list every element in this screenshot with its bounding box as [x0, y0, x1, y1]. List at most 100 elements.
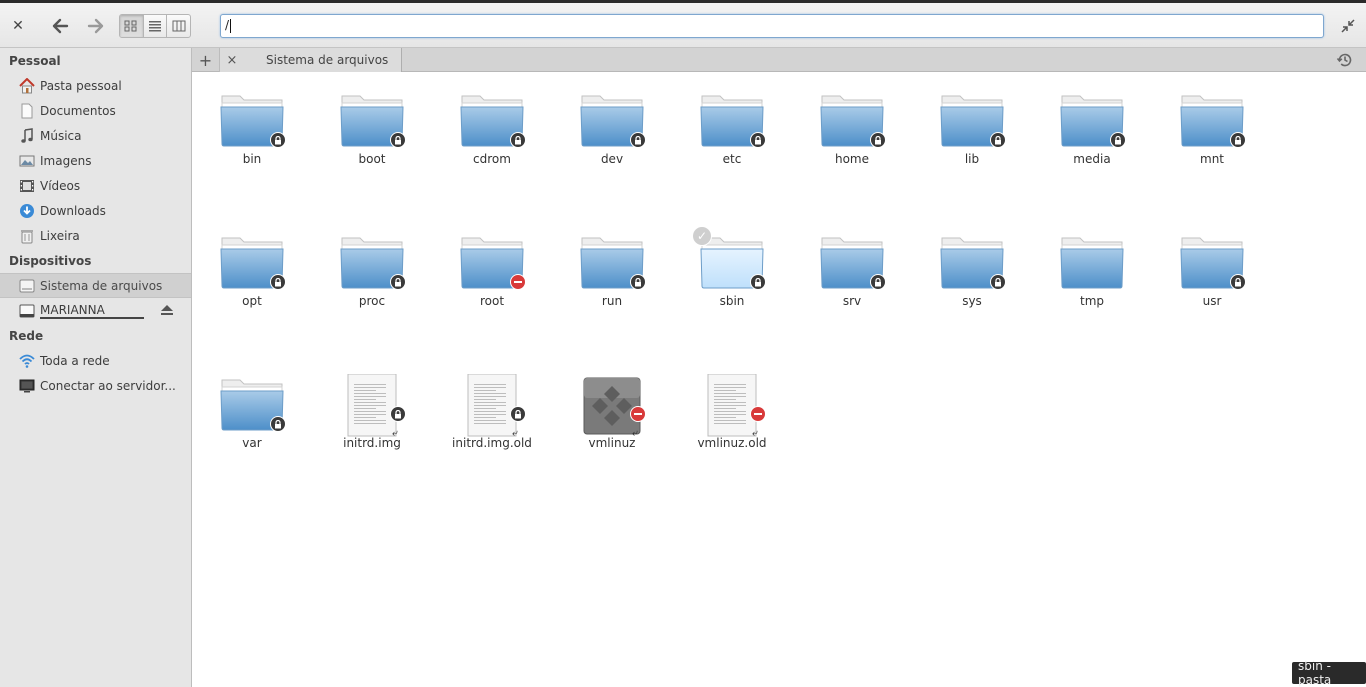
file-name-label: home: [834, 152, 870, 166]
file-item-sbin[interactable]: ✓ sbin: [672, 214, 792, 356]
restore-window-button[interactable]: [1336, 14, 1360, 38]
file-item-home[interactable]: home: [792, 72, 912, 214]
history-icon: [1336, 53, 1352, 67]
sidebar-item-conectar-servidor[interactable]: Conectar ao servidor...: [0, 373, 191, 398]
tab-sistema-de-arquivos[interactable]: × Sistema de arquivos: [220, 48, 402, 72]
file-name-label: var: [242, 436, 262, 450]
window-top-border: [0, 0, 1366, 3]
tab-close-icon[interactable]: ×: [220, 53, 244, 68]
sidebar-heading-rede: Rede: [9, 328, 44, 343]
sidebar-item-toda-a-rede[interactable]: Toda a rede: [0, 348, 191, 373]
sidebar-item-musica[interactable]: Música: [0, 123, 191, 148]
sidebar-item-pasta-pessoal[interactable]: Pasta pessoal: [0, 73, 191, 98]
sidebar-item-documentos[interactable]: Documentos: [0, 98, 191, 123]
sidebar: Pessoal Pasta pessoal Documentos Música …: [0, 48, 192, 687]
sidebar-item-downloads[interactable]: Downloads: [0, 198, 191, 223]
file-name-label: usr: [1202, 294, 1222, 308]
download-icon: [19, 203, 35, 219]
sidebar-item-label: Downloads: [40, 203, 106, 218]
file-name-label: srv: [842, 294, 862, 308]
file-item-initrd-img[interactable]: ⤶ initrd.img: [312, 356, 432, 498]
file-item-cdrom[interactable]: cdrom: [432, 72, 552, 214]
file-item-vmlinuz[interactable]: ⤶ vmlinuz: [552, 356, 672, 498]
lock-emblem-icon: [750, 132, 766, 148]
sidebar-item-label: Toda a rede: [40, 353, 110, 368]
sidebar-heading-dispositivos: Dispositivos: [9, 253, 92, 268]
file-item-tmp[interactable]: tmp: [1032, 214, 1152, 356]
file-item-root[interactable]: root: [432, 214, 552, 356]
video-icon: [19, 178, 35, 194]
folder-icon: [1060, 237, 1124, 289]
file-name-label: initrd.img.old: [452, 436, 532, 450]
file-item-usr[interactable]: usr: [1152, 214, 1272, 356]
sidebar-item-lixeira[interactable]: Lixeira: [0, 223, 191, 248]
file-item-opt[interactable]: opt: [192, 214, 312, 356]
file-name-label: cdrom: [473, 152, 511, 166]
eject-icon[interactable]: [160, 303, 174, 317]
sidebar-item-label: Pasta pessoal: [40, 78, 122, 93]
file-item-srv[interactable]: srv: [792, 214, 912, 356]
lock-emblem-icon: [870, 274, 886, 290]
lock-emblem-icon: [270, 274, 286, 290]
home-icon: [19, 77, 35, 94]
sidebar-item-videos[interactable]: Vídeos: [0, 173, 191, 198]
forward-button[interactable]: [84, 14, 108, 38]
sidebar-item-marianna[interactable]: MARIANNA: [0, 298, 191, 323]
file-item-dev[interactable]: dev: [552, 72, 672, 214]
file-item-mnt[interactable]: mnt: [1152, 72, 1272, 214]
drive-icon: [19, 303, 35, 319]
file-name-label: lib: [964, 152, 980, 166]
lock-emblem-icon: [990, 274, 1006, 290]
file-item-etc[interactable]: etc: [672, 72, 792, 214]
sidebar-item-label: Documentos: [40, 103, 116, 118]
file-item-sys[interactable]: sys: [912, 214, 1032, 356]
lock-emblem-icon: [630, 274, 646, 290]
lock-emblem-icon: [630, 132, 646, 148]
lock-emblem-icon: [390, 406, 406, 422]
lock-emblem-icon: [1230, 274, 1246, 290]
file-name-label: bin: [242, 152, 262, 166]
text-caret: [230, 18, 232, 33]
hover-tooltip: sbin - pasta: [1292, 659, 1366, 687]
tab-label: Sistema de arquivos: [266, 53, 389, 67]
file-item-bin[interactable]: bin: [192, 72, 312, 214]
no-entry-emblem-icon: [510, 274, 526, 290]
close-window-button[interactable]: ✕: [8, 14, 28, 38]
forward-arrow-icon: [87, 18, 104, 34]
file-name-label: initrd.img: [343, 436, 401, 450]
select-checkmark-icon[interactable]: ✓: [692, 226, 712, 246]
sidebar-item-label: Imagens: [40, 153, 92, 168]
file-item-var[interactable]: var: [192, 356, 312, 498]
file-item-initrd-img-old[interactable]: ⤶ initrd.img.old: [432, 356, 552, 498]
column-view-button[interactable]: [167, 15, 190, 37]
file-item-media[interactable]: media: [1032, 72, 1152, 214]
new-tab-button[interactable]: +: [192, 48, 220, 72]
file-item-proc[interactable]: proc: [312, 214, 432, 356]
file-item-vmlinuz-old[interactable]: ⤶ vmlinuz.old: [672, 356, 792, 498]
columns-icon: [172, 20, 186, 32]
file-item-lib[interactable]: lib: [912, 72, 1032, 214]
icon-view-button[interactable]: [120, 15, 144, 37]
no-entry-emblem-icon: [750, 406, 766, 422]
history-button[interactable]: [1336, 51, 1354, 69]
sidebar-item-label: Conectar ao servidor...: [40, 378, 176, 393]
back-button[interactable]: [48, 14, 72, 38]
close-icon: ✕: [12, 18, 24, 34]
no-entry-emblem-icon: [630, 406, 646, 422]
sidebar-item-sistema-de-arquivos[interactable]: Sistema de arquivos: [0, 273, 191, 298]
grid-icon: [124, 20, 137, 32]
file-name-label: media: [1073, 152, 1111, 166]
view-mode-switcher: [119, 14, 191, 38]
list-view-button[interactable]: [144, 15, 168, 37]
file-name-label: boot: [358, 152, 386, 166]
lock-emblem-icon: [510, 132, 526, 148]
file-view[interactable]: bin boot cdrom dev etc home lib media mnt opt proc…: [192, 72, 1366, 687]
sidebar-item-label: Música: [40, 128, 82, 143]
location-bar[interactable]: /: [220, 14, 1324, 38]
file-item-boot[interactable]: boot: [312, 72, 432, 214]
sidebar-item-label: Sistema de arquivos: [40, 278, 163, 293]
file-name-label: sbin: [719, 294, 745, 308]
sidebar-item-imagens[interactable]: Imagens: [0, 148, 191, 173]
filesystem-icon: [19, 278, 35, 294]
file-item-run[interactable]: run: [552, 214, 672, 356]
